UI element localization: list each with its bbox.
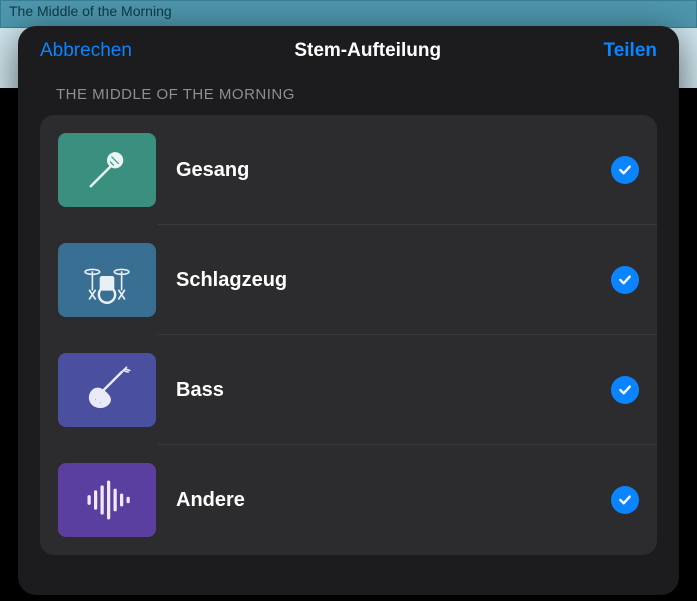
background-track-title: The Middle of the Morning xyxy=(9,3,172,19)
stem-row-drums[interactable]: Schlagzeug xyxy=(40,225,657,335)
waveform-icon xyxy=(58,463,156,537)
cancel-button[interactable]: Abbrechen xyxy=(40,40,132,62)
stem-row-vocals[interactable]: Gesang xyxy=(40,115,657,225)
stem-label: Schlagzeug xyxy=(176,269,611,292)
share-button[interactable]: Teilen xyxy=(604,40,658,62)
drums-icon xyxy=(58,243,156,317)
sheet-nav-bar: Abbrechen Stem-Aufteilung Teilen xyxy=(18,26,679,72)
sheet-title: Stem-Aufteilung xyxy=(294,40,441,62)
stem-label: Andere xyxy=(176,489,611,512)
stem-row-other[interactable]: Andere xyxy=(40,445,657,555)
stem-label: Bass xyxy=(176,379,611,402)
microphone-icon xyxy=(58,133,156,207)
stem-list: Gesang xyxy=(40,115,657,555)
checkmark-icon[interactable] xyxy=(611,376,639,404)
background-track-header: The Middle of the Morning xyxy=(0,0,697,28)
stem-split-sheet: Abbrechen Stem-Aufteilung Teilen THE MID… xyxy=(18,26,679,595)
stem-label: Gesang xyxy=(176,159,611,182)
checkmark-icon[interactable] xyxy=(611,156,639,184)
bass-guitar-icon xyxy=(58,353,156,427)
checkmark-icon[interactable] xyxy=(611,486,639,514)
checkmark-icon[interactable] xyxy=(611,266,639,294)
stem-row-bass[interactable]: Bass xyxy=(40,335,657,445)
section-header: THE MIDDLE OF THE MORNING xyxy=(18,72,679,109)
